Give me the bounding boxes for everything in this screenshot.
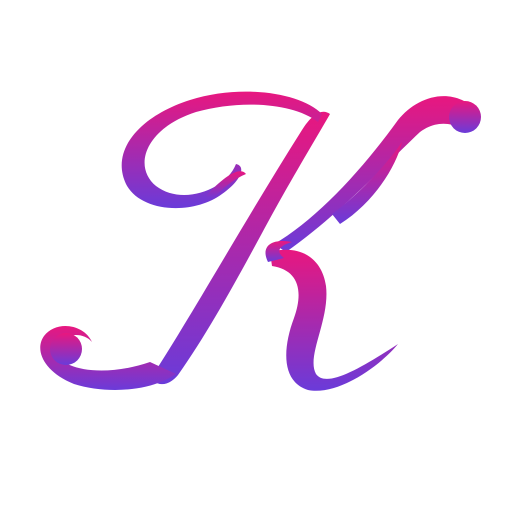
k-lower-leg [270,249,398,391]
script-k-logo-icon [40,91,481,391]
k-upper-arm [274,96,477,252]
k-top-ball [449,101,481,133]
k-inner-curl [206,171,246,200]
k-bottom-ball [50,333,82,365]
logo-canvas [0,0,512,512]
